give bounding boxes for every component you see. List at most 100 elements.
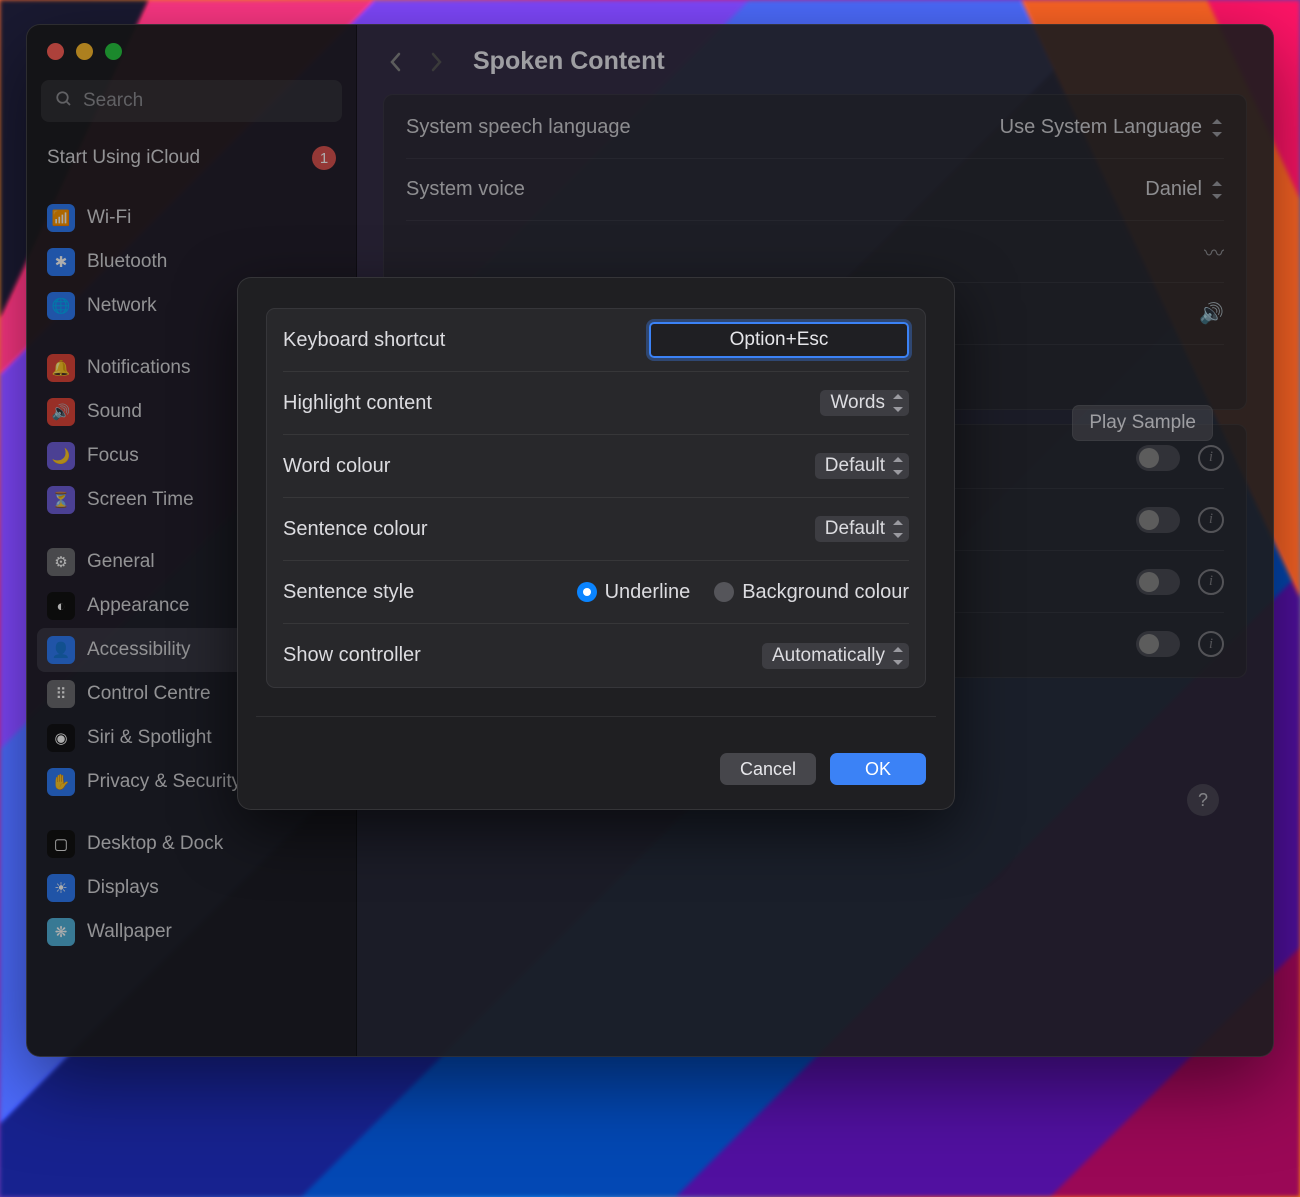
accessibility-icon: 👤 — [47, 636, 75, 664]
sidebar-item-label: Siri & Spotlight — [87, 727, 212, 749]
sentence-style-radio-group: Underline Background colour — [577, 581, 909, 604]
search-field[interactable] — [41, 80, 342, 122]
sidebar-item-label: Notifications — [87, 357, 191, 379]
desktopdock-icon: ▢ — [47, 830, 75, 858]
row-label: Sentence colour — [283, 518, 428, 541]
chevron-updown-icon — [891, 519, 905, 539]
sound-icon: 🔊 — [47, 398, 75, 426]
ok-button[interactable]: OK — [830, 753, 926, 785]
cancel-button[interactable]: Cancel — [720, 753, 816, 785]
toggle[interactable] — [1136, 631, 1180, 657]
back-button[interactable] — [383, 49, 409, 75]
sidebar-item-label: Focus — [87, 445, 139, 467]
options-sheet: Keyboard shortcut Option+Esc Highlight c… — [237, 277, 955, 810]
radio-icon — [714, 582, 734, 602]
row-show-controller: Show controller Automatically — [283, 624, 909, 687]
sidebar-item-wifi[interactable]: 📶 Wi-Fi — [37, 196, 346, 240]
chevron-updown-icon — [891, 646, 905, 666]
row-label: Word colour — [283, 455, 390, 478]
dropdown-value: Automatically — [772, 645, 885, 667]
sheet-buttons: Cancel OK — [266, 717, 926, 785]
voice-dropdown[interactable]: Daniel — [1145, 178, 1224, 201]
row-label: System speech language — [406, 116, 631, 139]
sidebar-item-label: General — [87, 551, 155, 573]
search-icon — [55, 90, 73, 113]
radio-label: Background colour — [742, 581, 909, 604]
sidebar-item-label: Control Centre — [87, 683, 211, 705]
radio-background-colour[interactable]: Background colour — [714, 581, 909, 604]
dropdown-value: Words — [830, 392, 885, 414]
sidebar-item-icloud[interactable]: Start Using iCloud 1 — [37, 138, 346, 178]
toggle[interactable] — [1136, 507, 1180, 533]
language-dropdown[interactable]: Use System Language — [1000, 116, 1224, 139]
controlcenter-icon: ⠿ — [47, 680, 75, 708]
sidebar-item-desktopdock[interactable]: ▢ Desktop & Dock — [37, 822, 346, 866]
row-rate: 〰 — [406, 221, 1224, 283]
row-word-colour: Word colour Default — [283, 435, 909, 498]
highlight-dropdown[interactable]: Words — [820, 390, 909, 416]
minimize-window-button[interactable] — [76, 43, 93, 60]
info-icon[interactable]: i — [1198, 445, 1224, 471]
screentime-icon: ⏳ — [47, 486, 75, 514]
sidebar-item-label: Bluetooth — [87, 251, 167, 273]
info-icon[interactable]: i — [1198, 569, 1224, 595]
row-sentence-style: Sentence style Underline Background colo… — [283, 561, 909, 624]
displays-icon: ☀ — [47, 874, 75, 902]
help-button[interactable]: ? — [1187, 784, 1219, 816]
row-highlight-content: Highlight content Words — [283, 372, 909, 435]
radio-icon — [577, 582, 597, 602]
window-controls — [27, 25, 356, 74]
notifications-icon: 🔔 — [47, 354, 75, 382]
search-input[interactable] — [83, 90, 328, 112]
close-window-button[interactable] — [47, 43, 64, 60]
sidebar-item-label: Network — [87, 295, 157, 317]
bluetooth-icon: ✱ — [47, 248, 75, 276]
privacy-icon: ✋ — [47, 768, 75, 796]
dropdown-value: Use System Language — [1000, 116, 1202, 139]
sidebar-item-label: Appearance — [87, 595, 189, 617]
info-icon[interactable]: i — [1198, 507, 1224, 533]
row-sentence-colour: Sentence colour Default — [283, 498, 909, 561]
row-keyboard-shortcut: Keyboard shortcut Option+Esc — [283, 309, 909, 372]
chevron-updown-icon — [891, 456, 905, 476]
sidebar-item-label: Wallpaper — [87, 921, 172, 943]
sidebar-item-displays[interactable]: ☀ Displays — [37, 866, 346, 910]
play-sample-button[interactable]: Play Sample — [1072, 405, 1213, 441]
shortcut-input[interactable]: Option+Esc — [649, 322, 909, 358]
forward-button[interactable] — [423, 49, 449, 75]
sentence-colour-dropdown[interactable]: Default — [815, 516, 909, 542]
settings-window: Start Using iCloud 1 📶 Wi-Fi ✱ Bluetooth 🌐 Ne… — [26, 24, 1274, 1057]
row-label: Keyboard shortcut — [283, 329, 445, 352]
chevron-updown-icon — [891, 393, 905, 413]
word-colour-dropdown[interactable]: Default — [815, 453, 909, 479]
sidebar-item-label: Desktop & Dock — [87, 833, 223, 855]
speed-icon: 〰 — [1204, 237, 1224, 266]
row-label: Sentence style — [283, 581, 414, 604]
info-icon[interactable]: i — [1198, 631, 1224, 657]
sidebar-item-label: Start Using iCloud — [47, 147, 200, 169]
sheet-panel: Keyboard shortcut Option+Esc Highlight c… — [266, 308, 926, 688]
show-controller-dropdown[interactable]: Automatically — [762, 643, 909, 669]
speaker-icon: 🔊 — [1199, 301, 1224, 326]
row-label: System voice — [406, 178, 525, 201]
radio-label: Underline — [605, 581, 691, 604]
row-language: System speech language Use System Langua… — [406, 97, 1224, 159]
appearance-icon: ◐ — [47, 592, 75, 620]
sidebar-item-label: Displays — [87, 877, 159, 899]
shortcut-value: Option+Esc — [730, 329, 829, 351]
row-label: Show controller — [283, 644, 421, 667]
siri-icon: ◉ — [47, 724, 75, 752]
sidebar-item-label: Wi-Fi — [87, 207, 131, 229]
wifi-icon: 📶 — [47, 204, 75, 232]
network-icon: 🌐 — [47, 292, 75, 320]
sidebar-item-label: Accessibility — [87, 639, 190, 661]
row-voice: System voice Daniel — [406, 159, 1224, 221]
page-title: Spoken Content — [473, 47, 665, 76]
chevron-updown-icon — [1210, 118, 1224, 138]
zoom-window-button[interactable] — [105, 43, 122, 60]
radio-underline[interactable]: Underline — [577, 581, 691, 604]
dropdown-value: Default — [825, 518, 885, 540]
sidebar-item-wallpaper[interactable]: ❋Wallpaper — [37, 910, 346, 954]
toggle[interactable] — [1136, 569, 1180, 595]
toggle[interactable] — [1136, 445, 1180, 471]
